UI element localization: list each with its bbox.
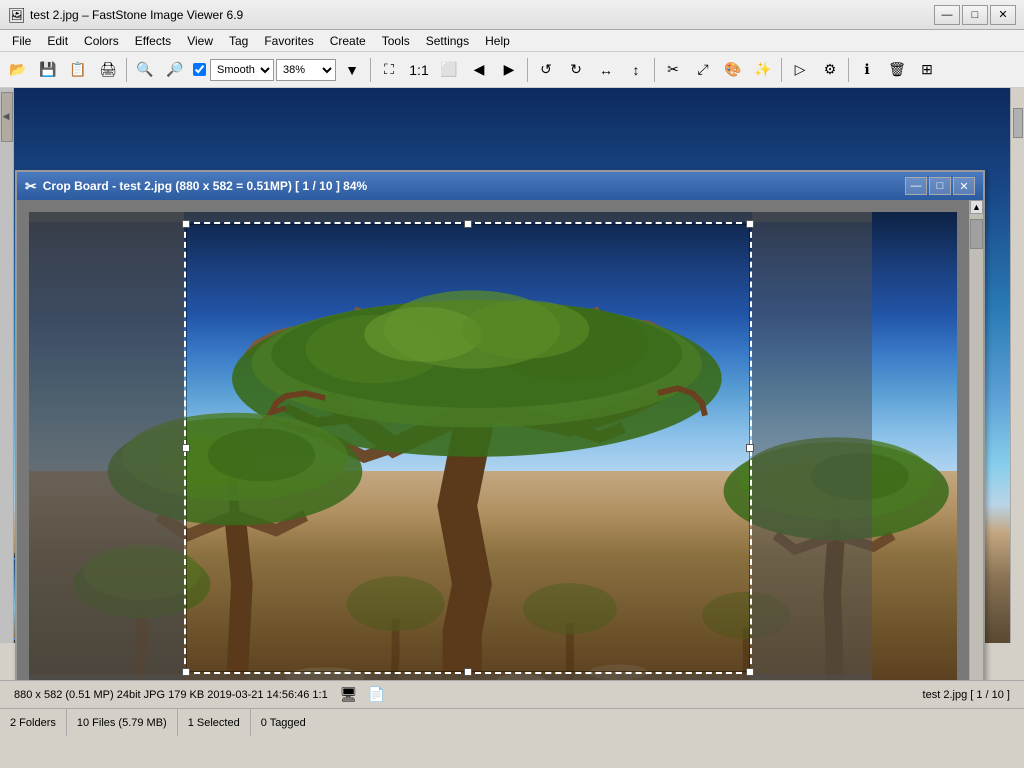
tb-next[interactable]: ▶: [495, 56, 523, 84]
left-panel-strip: ◀: [0, 88, 14, 643]
file-dimensions: 880 x 582 (0.51 MP) 24bit JPG 179 KB 201…: [8, 687, 334, 703]
folders-label: 2 Folders: [10, 717, 56, 729]
toolbar-sep-5: [781, 58, 782, 82]
tb-fit[interactable]: ⛶: [375, 56, 403, 84]
crop-dialog: ✂ Crop Board - test 2.jpg (880 x 582 = 0…: [15, 170, 985, 680]
toolbar-sep-3: [527, 58, 528, 82]
tb-flip-h[interactable]: ↔: [592, 56, 620, 84]
selected-label: 1 Selected: [188, 717, 240, 729]
tb-resize[interactable]: ⤢: [689, 56, 717, 84]
tagged-info: 0 Tagged: [251, 709, 316, 736]
toolbar-sep-1: [126, 58, 127, 82]
maximize-button[interactable]: □: [962, 5, 988, 25]
menu-view[interactable]: View: [179, 32, 221, 50]
menu-tools[interactable]: Tools: [374, 32, 418, 50]
crop-icon: ✂: [25, 178, 37, 195]
tb-print[interactable]: 🖨: [94, 56, 122, 84]
menu-colors[interactable]: Colors: [76, 32, 127, 50]
app-icon: 🖼: [8, 7, 24, 23]
image-content: [29, 212, 957, 680]
crop-close-btn[interactable]: ✕: [953, 177, 975, 195]
window-controls: — □ ✕: [934, 5, 1016, 25]
tb-crop[interactable]: ✂: [659, 56, 687, 84]
info-bar: 2 Folders 10 Files (5.79 MB) 1 Selected …: [0, 708, 1024, 736]
tb-rotate-r[interactable]: ↻: [562, 56, 590, 84]
main-vscrollbar[interactable]: [1010, 88, 1024, 643]
status-bar: 880 x 582 (0.51 MP) 24bit JPG 179 KB 201…: [0, 680, 1024, 708]
crop-handle-tc[interactable]: [464, 220, 472, 228]
close-button[interactable]: ✕: [990, 5, 1016, 25]
tb-zoom-out[interactable]: 🔎: [161, 56, 189, 84]
tb-color[interactable]: 🎨: [719, 56, 747, 84]
tb-smooth-select[interactable]: Smooth: [210, 59, 274, 81]
toolbar-sep-4: [654, 58, 655, 82]
vscroll-up[interactable]: ▲: [970, 200, 983, 214]
files-label: 10 Files (5.79 MB): [77, 717, 167, 729]
crop-handle-br[interactable]: [746, 668, 754, 676]
crop-title: Crop Board - test 2.jpg (880 x 582 = 0.5…: [43, 179, 905, 193]
menu-bar: File Edit Colors Effects View Tag Favori…: [0, 30, 1024, 52]
tb-delete[interactable]: 🗑: [883, 56, 911, 84]
menu-create[interactable]: Create: [322, 32, 374, 50]
tb-actual[interactable]: 1:1: [405, 56, 433, 84]
tb-zoom-in[interactable]: 🔍: [131, 56, 159, 84]
tb-open[interactable]: 📂: [4, 56, 32, 84]
tb-settings[interactable]: ⚙: [816, 56, 844, 84]
menu-effects[interactable]: Effects: [127, 32, 179, 50]
menu-edit[interactable]: Edit: [39, 32, 76, 50]
crop-handle-bl[interactable]: [182, 668, 190, 676]
tb-rotate-l[interactable]: ↺: [532, 56, 560, 84]
vscroll-thumb[interactable]: [970, 219, 983, 249]
crop-window-controls: — □ ✕: [905, 177, 975, 195]
menu-file[interactable]: File: [4, 32, 39, 50]
menu-help[interactable]: Help: [477, 32, 518, 50]
tb-prev[interactable]: ◀: [465, 56, 493, 84]
crop-maximize[interactable]: □: [929, 177, 951, 195]
tagged-label: 0 Tagged: [261, 717, 306, 729]
crop-handle-tl[interactable]: [182, 220, 190, 228]
panel-toggle[interactable]: ◀: [1, 92, 13, 142]
selected-info: 1 Selected: [178, 709, 251, 736]
main-vscroll-thumb[interactable]: [1013, 108, 1023, 138]
crop-selection-area[interactable]: [184, 222, 752, 674]
crop-titlebar: ✂ Crop Board - test 2.jpg (880 x 582 = 0…: [17, 172, 983, 200]
minimize-button[interactable]: —: [934, 5, 960, 25]
folders-info: 2 Folders: [0, 709, 67, 736]
tb-save[interactable]: 💾: [34, 56, 62, 84]
menu-settings[interactable]: Settings: [418, 32, 477, 50]
tb-compare[interactable]: ⊞: [913, 56, 941, 84]
files-info: 10 Files (5.79 MB): [67, 709, 178, 736]
tb-zoom-select[interactable]: 38%: [276, 59, 336, 81]
title-bar: 🖼 test 2.jpg – FastStone Image Viewer 6.…: [0, 0, 1024, 30]
toolbar-sep-2: [370, 58, 371, 82]
crop-handle-ml[interactable]: [182, 444, 190, 452]
toolbar-sep-6: [848, 58, 849, 82]
tb-slideshow[interactable]: ▷: [786, 56, 814, 84]
status-print-icon: 📄: [368, 686, 385, 703]
menu-favorites[interactable]: Favorites: [256, 32, 321, 50]
status-monitor-icon: 🖥: [340, 686, 358, 703]
file-name-status: test 2.jpg [ 1 / 10 ]: [917, 687, 1016, 703]
image-area: [17, 200, 969, 680]
vscroll-track[interactable]: [970, 214, 983, 680]
menu-tag[interactable]: Tag: [221, 32, 256, 50]
crop-handle-tr[interactable]: [746, 220, 754, 228]
crop-minimize[interactable]: —: [905, 177, 927, 195]
tb-info[interactable]: ℹ: [853, 56, 881, 84]
app-title: test 2.jpg – FastStone Image Viewer 6.9: [30, 8, 934, 22]
tb-effects[interactable]: ✨: [749, 56, 777, 84]
tb-fullscreen[interactable]: ⬜: [435, 56, 463, 84]
tb-smooth-check[interactable]: [193, 63, 206, 76]
crop-handle-mr[interactable]: [746, 444, 754, 452]
crop-vscrollbar: ▲ ▼: [969, 200, 983, 680]
tb-copy[interactable]: 📋: [64, 56, 92, 84]
tb-zoom-dropdown[interactable]: ▼: [338, 56, 366, 84]
tb-flip-v[interactable]: ↕: [622, 56, 650, 84]
crop-handle-bc[interactable]: [464, 668, 472, 676]
crop-canvas: ▲ ▼ ◀ ▶: [17, 200, 983, 680]
toolbar: 📂 💾 📋 🖨 🔍 🔎 Smooth 38% ▼ ⛶ 1:1 ⬜ ◀ ▶ ↺ ↻…: [0, 52, 1024, 88]
